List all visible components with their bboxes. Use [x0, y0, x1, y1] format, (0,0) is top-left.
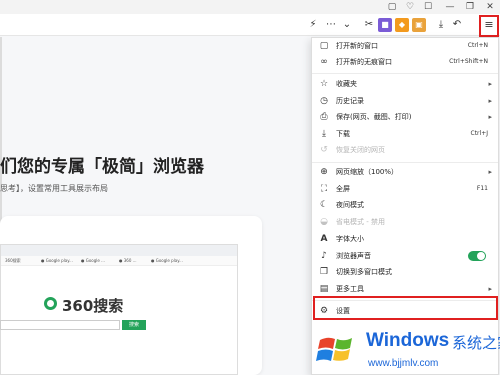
menu-item-label: 打开新的窗口: [336, 42, 378, 50]
chevron-right-icon: ▸: [488, 80, 492, 88]
menu-separator: [312, 162, 498, 163]
close-button[interactable]: ✕: [480, 0, 500, 14]
menu-item-shortcut: F11: [476, 185, 488, 192]
preview-tab-strip: [1, 245, 237, 256]
watermark-brand-cn: 系统之家: [452, 334, 500, 352]
menu-item-favorites[interactable]: ☆ 收藏夹 ▸: [312, 76, 498, 92]
preview-bookmark: ● Google play...: [151, 258, 183, 263]
preview-bookmark: 360搜索: [5, 258, 21, 263]
menu-item-font-size[interactable]: A 字体大小: [312, 231, 498, 247]
chevron-right-icon: ▸: [488, 113, 492, 121]
zoom-icon: ⊕: [320, 167, 328, 177]
toolbox-icon: ▤: [319, 284, 329, 294]
watermark-brand: Windows: [366, 330, 450, 351]
download-icon: ⤓: [322, 129, 326, 139]
menu-item-power-save: ◒ 省电模式 - 禁用: [312, 214, 498, 230]
preview-search-input: [0, 320, 120, 330]
preview-bookmark: ● 360 ...: [119, 258, 137, 263]
menu-item-label: 打开新的无痕窗口: [336, 58, 392, 66]
menu-item-more-tools[interactable]: ▤ 更多工具 ▸: [312, 281, 498, 297]
scissors-icon[interactable]: ✂: [362, 18, 376, 32]
hero-subtitle: 思考】，设置常用工具展示布局: [0, 184, 108, 193]
menu-separator: [312, 73, 498, 74]
menu-button-highlight: [479, 15, 499, 37]
menu-item-incognito[interactable]: ∞ 打开新的无痕窗口 Ctrl+Shift+N: [312, 54, 498, 70]
menu-item-label: 保存(网页、截图、打印): [336, 113, 412, 121]
extension-purple-icon[interactable]: ■: [378, 18, 392, 32]
menu-item-new-window[interactable]: ▢ 打开新的窗口 Ctrl+N: [312, 38, 498, 54]
download-icon[interactable]: ⤓: [434, 18, 448, 32]
chevron-down-icon[interactable]: ⌄: [340, 18, 354, 32]
title-bar: ▢ ♡ ☐ — ❐ ✕: [0, 0, 500, 14]
menu-item-downloads[interactable]: ⤓ 下载 Ctrl+J: [312, 126, 498, 142]
hero-title: 们您的专属「极简」浏览器: [0, 157, 204, 177]
menu-item-shortcut: Ctrl+Shift+N: [449, 58, 488, 65]
chevron-right-icon: ▸: [488, 285, 492, 293]
menu-item-label: 字体大小: [336, 235, 364, 243]
menu-item-multi-window[interactable]: ❐ 切换到多窗口模式: [312, 264, 498, 280]
menu-item-label: 浏览器声音: [336, 252, 371, 260]
fullscreen-icon: ⛶: [320, 184, 328, 194]
menu-item-label: 下载: [336, 130, 350, 138]
preview-search-button: 搜索: [122, 320, 146, 330]
sound-icon: ♪: [321, 251, 327, 261]
menu-item-label: 省电模式 - 禁用: [336, 218, 385, 226]
preview-bookmark-bar: 360搜索 ● Google play... ● Google ... ● 36…: [1, 256, 237, 266]
preview-bookmark: ● Google play...: [41, 258, 73, 263]
menu-item-label: 历史记录: [336, 97, 364, 105]
chevron-right-icon: ▸: [488, 97, 492, 105]
incognito-icon: ∞: [320, 57, 328, 67]
menu-item-label: 收藏夹: [336, 80, 357, 88]
restore-button[interactable]: ❐: [460, 0, 480, 14]
menu-item-fullscreen[interactable]: ⛶ 全屏 F11: [312, 181, 498, 197]
skin-icon[interactable]: ♡: [400, 0, 420, 14]
feedback-icon[interactable]: ☐: [418, 0, 438, 14]
history-icon: ◷: [320, 96, 328, 106]
menu-item-label: 全屏: [336, 185, 350, 193]
more-icon[interactable]: ⋯: [324, 18, 338, 32]
sidebar-toggle-icon[interactable]: ▢: [382, 0, 402, 14]
extension-orange-icon[interactable]: ◆: [395, 18, 409, 32]
menu-item-zoom[interactable]: ⊕ 网页缩放（100%） ▸: [312, 164, 498, 180]
preview-bookmark: ● Google ...: [81, 258, 105, 263]
menu-item-label: 夜间模式: [336, 201, 364, 209]
windows-logo-icon: [313, 333, 359, 367]
star-icon: ☆: [319, 79, 329, 89]
new-window-icon: ▢: [319, 41, 329, 51]
settings-highlight: [313, 296, 498, 320]
power-save-icon: ◒: [320, 217, 328, 227]
360-logo-icon: [44, 297, 57, 310]
browser-toolbar: ⚡ ⋯ ⌄ ✂ ■ ◆ ▣ ⤓ ↶ ≡: [0, 14, 500, 36]
chevron-right-icon: ▸: [488, 168, 492, 176]
menu-item-label: 更多工具: [336, 285, 364, 293]
moon-icon: ☾: [319, 200, 329, 210]
undo-icon[interactable]: ↶: [450, 18, 464, 32]
menu-item-label: 恢复关闭的网页: [336, 146, 385, 154]
menu-item-label: 切换到多窗口模式: [336, 268, 392, 276]
multi-window-icon: ❐: [319, 267, 329, 277]
lightning-icon[interactable]: ⚡: [306, 18, 320, 32]
preview-logo-text: 360搜索: [62, 297, 124, 315]
save-icon: ⎙: [320, 112, 328, 122]
menu-item-restore-closed: ↺ 恢复关闭的网页: [312, 142, 498, 158]
sound-toggle[interactable]: [468, 251, 486, 261]
menu-item-history[interactable]: ◷ 历史记录 ▸: [312, 93, 498, 109]
restore-icon: ↺: [320, 145, 328, 155]
watermark: Windows 系统之家 www.bjjmlv.com: [306, 320, 500, 375]
watermark-url: www.bjjmlv.com: [368, 358, 439, 369]
menu-item-label: 网页缩放（100%）: [336, 168, 399, 176]
minimize-button[interactable]: —: [440, 0, 460, 14]
menu-item-night-mode[interactable]: ☾ 夜间模式: [312, 197, 498, 213]
menu-item-shortcut: Ctrl+N: [467, 42, 488, 49]
menu-item-save[interactable]: ⎙ 保存(网页、截图、打印) ▸: [312, 109, 498, 125]
menu-item-shortcut: Ctrl+J: [470, 130, 488, 137]
font-icon: A: [320, 234, 328, 244]
menu-item-sound[interactable]: ♪ 浏览器声音: [312, 248, 498, 264]
extension-wallet-icon[interactable]: ▣: [412, 18, 426, 32]
